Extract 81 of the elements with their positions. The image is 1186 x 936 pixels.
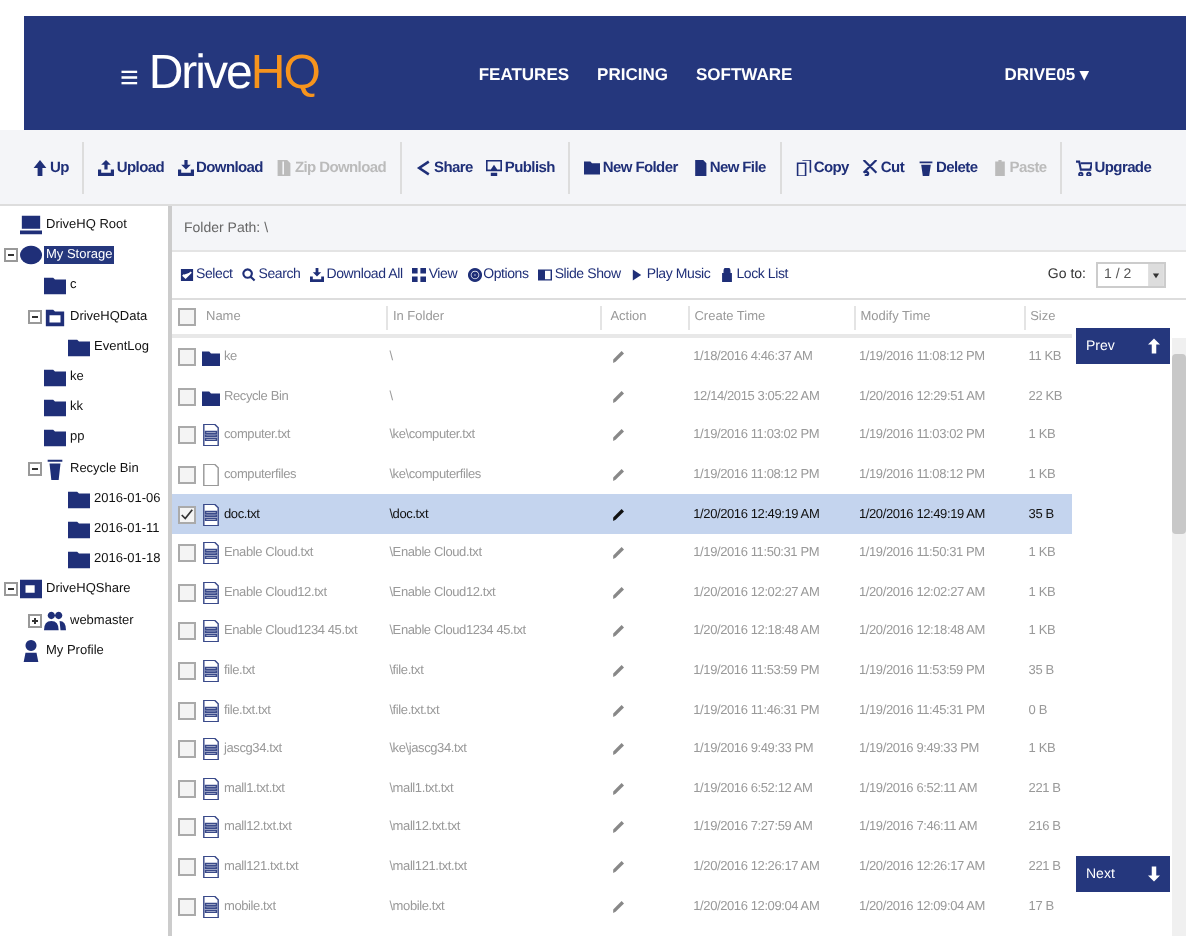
text-file-icon <box>202 620 220 643</box>
row-checkbox[interactable] <box>178 505 196 524</box>
row-checkbox[interactable] <box>178 387 196 406</box>
expand-toggle[interactable] <box>4 582 18 597</box>
row-checkbox[interactable] <box>178 701 196 720</box>
folder-icon <box>44 366 66 389</box>
folder-icon <box>202 346 220 369</box>
zip-file-icon <box>276 159 293 175</box>
scrollbar[interactable] <box>1172 338 1186 936</box>
select-all-checkbox[interactable] <box>178 308 196 326</box>
text-file-icon <box>202 424 220 447</box>
folder-icon <box>44 274 66 297</box>
play-icon <box>630 268 645 282</box>
folder-icon <box>44 305 66 328</box>
copy-icon <box>795 159 812 175</box>
expand-toggle[interactable] <box>28 461 42 476</box>
lock-icon <box>720 268 735 282</box>
folder-icon <box>68 517 90 540</box>
row-checkbox[interactable] <box>178 818 196 837</box>
nav-link[interactable]: SOFTWARE <box>695 63 793 83</box>
expand-toggle[interactable] <box>28 613 42 628</box>
down-arrow-icon <box>1148 866 1160 882</box>
expand-toggle[interactable] <box>4 248 18 263</box>
caret-icon <box>1148 264 1164 286</box>
folder-icon <box>44 426 66 449</box>
folder-icon <box>68 548 90 571</box>
nav-link[interactable]: FEATURES <box>478 63 570 83</box>
row-checkbox[interactable] <box>178 897 196 916</box>
row-checkbox[interactable] <box>178 348 196 367</box>
text-file-icon <box>202 503 220 526</box>
grid-icon <box>412 268 427 282</box>
search-icon <box>242 268 257 282</box>
expand-toggle[interactable] <box>28 309 42 324</box>
download-icon <box>178 159 195 175</box>
up-arrow-icon <box>1148 338 1160 354</box>
pencil-icon[interactable] <box>612 507 625 522</box>
share-folder-icon <box>20 578 42 601</box>
logo[interactable]: ≡ DriveHQ <box>120 45 319 101</box>
row-checkbox[interactable] <box>178 740 196 759</box>
text-file-icon <box>202 856 220 879</box>
slideshow-icon <box>538 268 553 282</box>
text-file-icon <box>202 777 220 800</box>
text-file-icon <box>202 542 220 565</box>
row-checkbox[interactable] <box>178 858 196 877</box>
nav-link[interactable]: PRICING <box>597 63 668 83</box>
text-file-icon <box>202 699 220 722</box>
users-icon <box>44 609 66 632</box>
drive-icon <box>20 214 42 237</box>
row-checkbox[interactable] <box>178 779 196 798</box>
row-checkbox[interactable] <box>178 622 196 641</box>
folder-icon <box>44 396 66 419</box>
folder-icon <box>584 159 601 175</box>
paste-icon <box>991 159 1008 175</box>
text-file-icon <box>202 816 220 839</box>
folder-icon <box>68 335 90 358</box>
row-checkbox[interactable] <box>178 662 196 681</box>
upload-icon <box>98 159 115 175</box>
download-icon <box>310 268 325 282</box>
folder-icon <box>68 487 90 510</box>
text-file-icon <box>202 738 220 761</box>
checkbox-icon <box>180 268 194 282</box>
row-checkbox[interactable] <box>178 466 196 485</box>
row-checkbox[interactable] <box>178 544 196 563</box>
publish-icon <box>486 159 503 175</box>
share-icon <box>416 159 433 175</box>
cart-icon <box>1076 159 1093 175</box>
trash-icon <box>918 159 935 175</box>
text-file-icon <box>202 660 220 683</box>
up-arrow-icon <box>32 159 48 175</box>
text-file-icon <box>202 581 220 604</box>
person-icon <box>20 639 42 662</box>
settings-icon <box>467 268 482 282</box>
storage-icon <box>20 244 42 267</box>
scissors-icon <box>862 159 879 175</box>
row-checkbox[interactable] <box>178 583 196 602</box>
file-icon <box>691 159 708 175</box>
trash-icon <box>44 457 66 480</box>
user-menu[interactable]: DRIVE05 ▾ <box>1004 63 1090 83</box>
text-file-icon <box>202 895 220 918</box>
row-checkbox[interactable] <box>178 426 196 445</box>
blank-file-icon <box>202 464 220 487</box>
